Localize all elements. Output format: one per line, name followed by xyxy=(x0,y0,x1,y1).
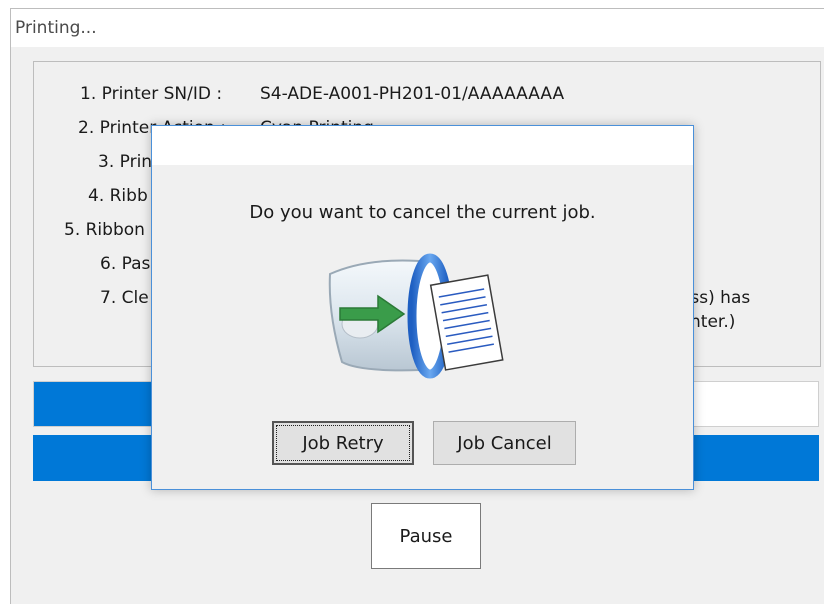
info-label-sn: 1. Printer SN/ID : xyxy=(80,84,223,104)
info-label-3: 3. Prin xyxy=(98,152,153,172)
info-value-sn: S4-ADE-A001-PH201-01/AAAAAAAA xyxy=(260,84,565,104)
window-title: Printing... xyxy=(11,9,824,47)
info-label-6: 6. Pas xyxy=(100,254,151,274)
recycle-bin-icon xyxy=(328,253,504,379)
pause-button[interactable]: Pause xyxy=(371,503,481,569)
dialog-message: Do you want to cancel the current job. xyxy=(249,202,596,223)
info-label-5: 5. Ribbon xyxy=(64,220,145,240)
info-row7-line2: nter.) xyxy=(690,312,736,332)
progress-bar-1-fill xyxy=(34,382,152,426)
info-label-7: 7. Cle xyxy=(100,288,149,308)
info-label-4: 4. Ribb xyxy=(88,186,148,206)
dialog-title-bar xyxy=(152,126,693,165)
job-retry-button[interactable]: Job Retry xyxy=(272,421,414,465)
job-cancel-button[interactable]: Job Cancel xyxy=(433,421,576,465)
cancel-job-dialog: Do you want to cancel the current job. J… xyxy=(151,125,694,490)
